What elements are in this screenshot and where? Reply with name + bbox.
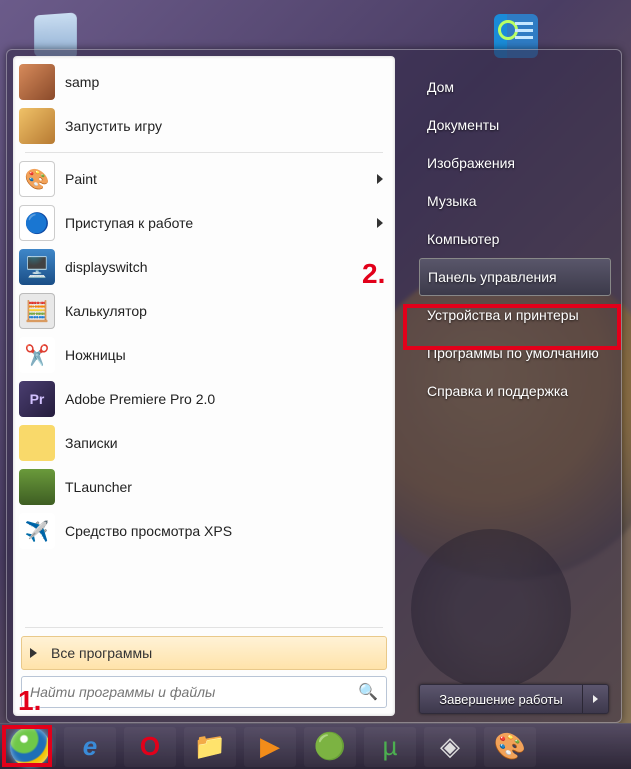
right-link-label: Дом: [427, 79, 454, 95]
right-link-default-programs[interactable]: Программы по умолчанию: [419, 334, 611, 372]
right-link-label: Устройства и принтеры: [427, 307, 579, 323]
right-link-computer[interactable]: Компьютер: [419, 220, 611, 258]
folder-icon: 📁: [194, 731, 226, 762]
xps-viewer-icon: ✈️: [19, 513, 55, 549]
start-menu-program-list: samp Запустить игру 🎨 Paint 🔵 Приступая …: [13, 56, 395, 623]
right-link-documents[interactable]: Документы: [419, 106, 611, 144]
sticky-notes-icon: [19, 425, 55, 461]
recent-item-label: Paint: [65, 171, 97, 187]
taskbar-ie[interactable]: e: [64, 727, 116, 767]
annotation-label-1: 1.: [18, 685, 41, 717]
unity-icon: ◈: [440, 731, 460, 762]
right-link-label: Панель управления: [428, 269, 557, 285]
submenu-arrow-icon: [377, 218, 383, 228]
start-menu-right-pane: Дом Документы Изображения Музыка Компьют…: [401, 50, 621, 722]
tlauncher-icon: [19, 469, 55, 505]
recent-item-label: Средство просмотра XPS: [65, 523, 232, 539]
separator: [25, 627, 383, 628]
right-link-label: Справка и поддержка: [427, 383, 568, 399]
chrome-icon: 🟢: [314, 731, 346, 762]
recent-item-xps-viewer[interactable]: ✈️ Средство просмотра XPS: [13, 509, 395, 553]
taskbar-explorer[interactable]: 📁: [184, 727, 236, 767]
recent-item-paint[interactable]: 🎨 Paint: [13, 157, 395, 201]
arrow-right-icon: [593, 695, 598, 703]
taskbar-wmp[interactable]: ▶: [244, 727, 296, 767]
taskbar-utorrent[interactable]: µ: [364, 727, 416, 767]
right-link-music[interactable]: Музыка: [419, 182, 611, 220]
opera-icon: O: [140, 731, 160, 762]
recent-item-label: Калькулятор: [65, 303, 147, 319]
recent-item-label: displayswitch: [65, 259, 147, 275]
all-programs-label: Все программы: [51, 645, 152, 661]
submenu-arrow-icon: [377, 174, 383, 184]
calculator-icon: 🧮: [19, 293, 55, 329]
media-player-icon: ▶: [260, 731, 280, 762]
search-input[interactable]: [30, 684, 352, 700]
taskbar-unity[interactable]: ◈: [424, 727, 476, 767]
taskbar-opera[interactable]: O: [124, 727, 176, 767]
samp-icon: [19, 64, 55, 100]
search-box[interactable]: 🔍: [21, 676, 387, 708]
taskbar: e O 📁 ▶ 🟢 µ ◈ 🎨: [0, 723, 631, 769]
windows-orb-icon: [10, 727, 50, 767]
start-menu-left-pane: samp Запустить игру 🎨 Paint 🔵 Приступая …: [13, 56, 395, 716]
recent-item-label: TLauncher: [65, 479, 132, 495]
separator: [25, 152, 383, 153]
right-link-label: Компьютер: [427, 231, 499, 247]
start-button[interactable]: [4, 727, 56, 767]
right-link-label: Музыка: [427, 193, 477, 209]
recent-item-snipping-tool[interactable]: ✂️ Ножницы: [13, 333, 395, 377]
paint-icon: 🎨: [494, 731, 526, 762]
right-link-control-panel[interactable]: Панель управления: [419, 258, 611, 296]
right-link-pictures[interactable]: Изображения: [419, 144, 611, 182]
recent-item-sticky-notes[interactable]: Записки: [13, 421, 395, 465]
pinned-item-samp[interactable]: samp: [13, 60, 395, 104]
recent-item-label: Adobe Premiere Pro 2.0: [65, 391, 215, 407]
right-link-home[interactable]: Дом: [419, 68, 611, 106]
premiere-icon: Pr: [19, 381, 55, 417]
pinned-item-label: samp: [65, 74, 99, 90]
all-programs-button[interactable]: Все программы: [21, 636, 387, 670]
right-link-label: Программы по умолчанию: [427, 345, 599, 361]
recent-item-premiere[interactable]: Pr Adobe Premiere Pro 2.0: [13, 377, 395, 421]
taskbar-chrome[interactable]: 🟢: [304, 727, 356, 767]
recent-item-tlauncher[interactable]: TLauncher: [13, 465, 395, 509]
arrow-right-icon: [30, 648, 37, 658]
getting-started-icon: 🔵: [19, 205, 55, 241]
displayswitch-icon: 🖥️: [19, 249, 55, 285]
right-link-label: Изображения: [427, 155, 515, 171]
annotation-label-2: 2.: [362, 258, 385, 290]
shutdown-label: Завершение работы: [420, 685, 582, 713]
search-icon: 🔍: [358, 682, 378, 702]
recent-item-label: Записки: [65, 435, 118, 451]
paint-icon: 🎨: [19, 161, 55, 197]
recent-item-calculator[interactable]: 🧮 Калькулятор: [13, 289, 395, 333]
shutdown-options-button[interactable]: [582, 685, 608, 713]
taskbar-paint[interactable]: 🎨: [484, 727, 536, 767]
right-link-label: Документы: [427, 117, 499, 133]
ie-icon: e: [83, 731, 97, 762]
shutdown-button[interactable]: Завершение работы: [419, 684, 609, 714]
utorrent-icon: µ: [383, 731, 398, 762]
right-link-help-support[interactable]: Справка и поддержка: [419, 372, 611, 410]
pinned-item-launch-game[interactable]: Запустить игру: [13, 104, 395, 148]
recent-item-displayswitch[interactable]: 🖥️ displayswitch: [13, 245, 395, 289]
recent-item-label: Приступая к работе: [65, 215, 193, 231]
pinned-item-label: Запустить игру: [65, 118, 162, 134]
scissors-icon: ✂️: [19, 337, 55, 373]
right-link-devices-printers[interactable]: Устройства и принтеры: [419, 296, 611, 334]
recent-item-getting-started[interactable]: 🔵 Приступая к работе: [13, 201, 395, 245]
launch-game-icon: [19, 108, 55, 144]
start-menu: samp Запустить игру 🎨 Paint 🔵 Приступая …: [6, 49, 622, 723]
recent-item-label: Ножницы: [65, 347, 126, 363]
